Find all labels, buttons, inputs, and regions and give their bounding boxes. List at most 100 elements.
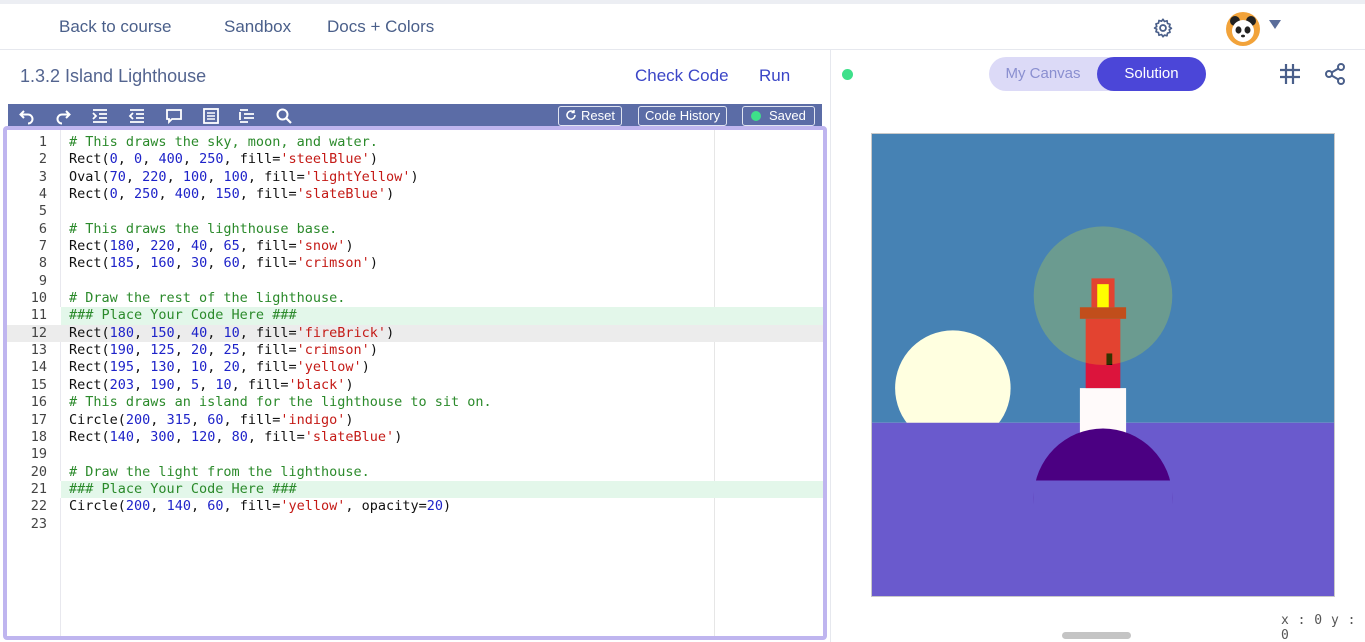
code-text[interactable]: ### Place Your Code Here ###: [69, 481, 297, 498]
code-line[interactable]: 6 # This draws the lighthouse base.: [7, 221, 823, 238]
indent-icon[interactable]: [91, 107, 109, 125]
gear-icon[interactable]: [1152, 17, 1174, 39]
code-text[interactable]: Rect(180, 220, 40, 65, fill='snow'): [69, 238, 354, 255]
comment-icon[interactable]: [165, 107, 183, 125]
page-title: 1.3.2 Island Lighthouse: [20, 66, 207, 86]
code-line[interactable]: 17 Circle(200, 315, 60, fill='indigo'): [7, 412, 823, 429]
panda-icon: [1230, 16, 1256, 42]
back-to-course-link[interactable]: Back to course: [59, 17, 171, 37]
code-text[interactable]: Oval(70, 220, 100, 100, fill='lightYello…: [69, 169, 419, 186]
line-number: 13: [30, 342, 47, 359]
code-text[interactable]: Circle(200, 315, 60, fill='indigo'): [69, 412, 354, 429]
code-line[interactable]: 5: [7, 203, 823, 220]
line-number: 14: [30, 359, 47, 376]
editor-header: 1.3.2 Island Lighthouse Check Code Run: [8, 50, 822, 104]
code-line[interactable]: 7 Rect(180, 220, 40, 65, fill='snow'): [7, 238, 823, 255]
island-water-cover: [1033, 480, 1173, 573]
code-editor[interactable]: 1 # This draws the sky, moon, and water. 2…: [3, 126, 827, 640]
saved-label: Saved: [769, 108, 806, 123]
coordinate-readout: x : 0 y : 0: [1281, 613, 1356, 642]
code-line[interactable]: 11 ### Place Your Code Here ###: [7, 307, 823, 325]
code-line[interactable]: 22 Circle(200, 140, 60, fill='yellow', op…: [7, 498, 823, 515]
saved-status: Saved: [742, 106, 815, 126]
code-text[interactable]: Rect(185, 160, 30, 60, fill='crimson'): [69, 255, 378, 272]
grid-icon[interactable]: [1278, 62, 1302, 86]
horizontal-scrollbar[interactable]: [1062, 632, 1131, 639]
line-number: 6: [38, 220, 47, 237]
code-text[interactable]: # This draws the lighthouse base.: [69, 221, 337, 238]
line-number: 18: [30, 428, 47, 445]
line-number: 11: [7, 307, 61, 325]
line-number: 7: [38, 238, 47, 255]
line-number: 19: [30, 446, 47, 463]
line-number: 22: [30, 498, 47, 515]
code-text[interactable]: ### Place Your Code Here ###: [69, 307, 297, 324]
reset-button[interactable]: Reset: [558, 106, 622, 126]
code-line[interactable]: 19: [7, 446, 823, 463]
check-code-button[interactable]: Check Code: [635, 66, 729, 86]
code-line[interactable]: 18 Rect(140, 300, 120, 80, fill='slateBlu…: [7, 429, 823, 446]
code-line[interactable]: 13 Rect(190, 125, 20, 25, fill='crimson'): [7, 342, 823, 359]
undo-icon[interactable]: [18, 107, 36, 125]
code-line[interactable]: 8 Rect(185, 160, 30, 60, fill='crimson'): [7, 255, 823, 272]
output-canvas[interactable]: [871, 133, 1335, 597]
code-line[interactable]: 4 Rect(0, 250, 400, 150, fill='slateBlue'…: [7, 186, 823, 203]
outdent-icon[interactable]: [128, 107, 146, 125]
line-number: 12: [30, 324, 47, 341]
line-number: 21: [7, 480, 61, 499]
canvas-toggle[interactable]: My Canvas Solution: [989, 57, 1206, 91]
chevron-down-icon[interactable]: [1269, 20, 1281, 29]
code-line[interactable]: 14 Rect(195, 130, 10, 20, fill='yellow'): [7, 359, 823, 376]
code-text[interactable]: # This draws an island for the lighthous…: [69, 394, 492, 411]
code-line[interactable]: 23: [7, 516, 823, 533]
code-text[interactable]: Circle(200, 140, 60, fill='yellow', opac…: [69, 498, 451, 515]
code-line[interactable]: 15 Rect(203, 190, 5, 10, fill='black'): [7, 377, 823, 394]
line-number: 3: [38, 168, 47, 185]
fold-icon[interactable]: [238, 107, 256, 125]
code-text[interactable]: Rect(0, 0, 400, 250, fill='steelBlue'): [69, 151, 378, 168]
code-line[interactable]: 1 # This draws the sky, moon, and water.: [7, 134, 823, 151]
code-line[interactable]: 3 Oval(70, 220, 100, 100, fill='lightYell…: [7, 169, 823, 186]
code-text[interactable]: # This draws the sky, moon, and water.: [69, 134, 378, 151]
format-icon[interactable]: [202, 107, 220, 125]
code-text[interactable]: Rect(0, 250, 400, 150, fill='slateBlue'): [69, 186, 394, 203]
line-number: 1: [38, 134, 47, 150]
line-number: 10: [30, 290, 47, 307]
line-number: 5: [38, 203, 47, 220]
code-history-button[interactable]: Code History: [638, 106, 728, 126]
saved-dot-icon: [751, 111, 761, 121]
code-text[interactable]: Rect(195, 130, 10, 20, fill='yellow'): [69, 359, 370, 376]
code-text[interactable]: Rect(140, 300, 120, 80, fill='slateBlue'…: [69, 429, 402, 446]
tab-solution[interactable]: Solution: [1097, 57, 1206, 91]
code-line[interactable]: 21 ### Place Your Code Here ###: [7, 480, 823, 499]
code-text[interactable]: Rect(180, 150, 40, 10, fill='fireBrick'): [69, 325, 394, 342]
code-text[interactable]: Rect(190, 125, 20, 25, fill='crimson'): [69, 342, 378, 359]
redo-icon[interactable]: [54, 107, 72, 125]
code-text[interactable]: # Draw the rest of the lighthouse.: [69, 290, 345, 307]
avatar[interactable]: [1226, 12, 1260, 46]
line-number: 2: [38, 151, 47, 168]
sandbox-link[interactable]: Sandbox: [224, 17, 291, 37]
code-line[interactable]: 16 # This draws an island for the lightho…: [7, 394, 823, 411]
docs-colors-link[interactable]: Docs + Colors: [327, 17, 434, 37]
code-line[interactable]: 9: [7, 273, 823, 290]
code-line[interactable]: 12 Rect(180, 150, 40, 10, fill='fireBrick…: [7, 324, 823, 343]
editor-toolbar: Reset Code History Saved: [8, 104, 822, 128]
refresh-icon: [566, 110, 576, 120]
code-text[interactable]: # Draw the light from the lighthouse.: [69, 464, 370, 481]
reset-label: Reset: [581, 108, 615, 123]
line-number: 9: [38, 272, 47, 289]
run-button[interactable]: Run: [759, 66, 790, 86]
code-line[interactable]: 2 Rect(0, 0, 400, 250, fill='steelBlue'): [7, 151, 823, 168]
code-line[interactable]: 10 # Draw the rest of the lighthouse.: [7, 290, 823, 307]
connection-status-icon: [842, 69, 853, 80]
code-text[interactable]: Rect(203, 190, 5, 10, fill='black'): [69, 377, 354, 394]
code-history-label: Code History: [645, 108, 721, 123]
code-line[interactable]: 20 # Draw the light from the lighthouse.: [7, 464, 823, 481]
line-number: 20: [30, 463, 47, 480]
code-lines[interactable]: 1 # This draws the sky, moon, and water. 2…: [7, 134, 823, 533]
tab-my-canvas[interactable]: My Canvas: [989, 57, 1097, 91]
share-icon[interactable]: [1323, 62, 1347, 86]
search-icon[interactable]: [275, 107, 293, 125]
line-number: 16: [30, 394, 47, 411]
